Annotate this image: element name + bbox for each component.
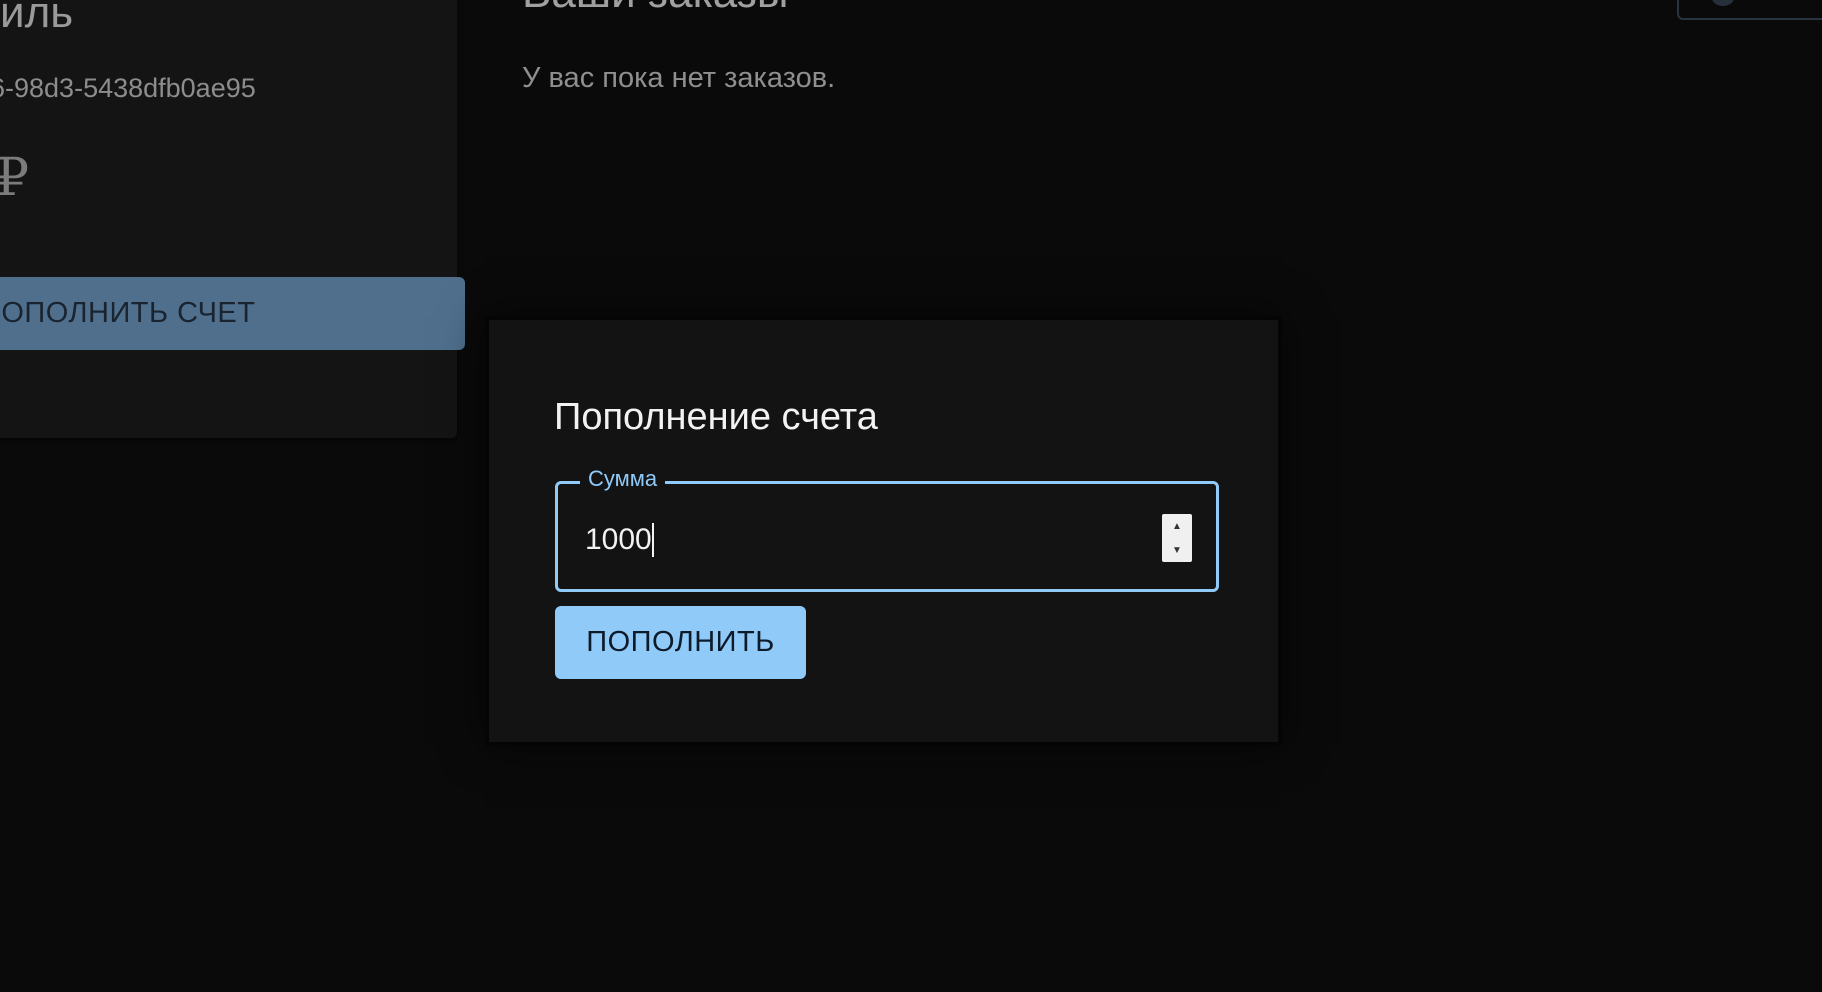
profile-balance: ₽ [0,150,30,207]
amount-value: 1000 [585,523,652,556]
amount-input[interactable]: 1000 [585,520,1145,560]
page: иль 6-98d3-5438dfb0ae95 ₽ ПОПОЛНИТЬ СЧЕТ… [0,0,1822,992]
orders-title: Ваши заказы [522,0,789,18]
dialog-title: Пополнение счета [554,396,878,438]
submit-topup-button[interactable]: ПОПОЛНИТЬ [555,606,806,679]
profile-title: иль [0,0,74,37]
topup-account-button[interactable]: ПОПОЛНИТЬ СЧЕТ [0,277,465,350]
topup-dialog: Пополнение счета Сумма 1000 ▲ ▼ ПОПОЛНИТ… [485,316,1282,746]
profile-card: иль 6-98d3-5438dfb0ae95 ₽ ПОПОЛНИТЬ СЧЕТ [0,0,465,438]
stepper-up-icon[interactable]: ▲ [1162,514,1192,538]
header-action-button[interactable] [1677,0,1822,20]
amount-label: Сумма [580,466,666,492]
stepper-down-icon[interactable]: ▼ [1162,538,1192,562]
text-caret [651,523,654,557]
profile-user-id: 6-98d3-5438dfb0ae95 [0,73,256,103]
amount-stepper[interactable]: ▲ ▼ [1162,514,1192,562]
orders-empty-message: У вас пока нет заказов. [522,62,836,94]
amount-field[interactable]: Сумма 1000 ▲ ▼ [555,466,1219,592]
